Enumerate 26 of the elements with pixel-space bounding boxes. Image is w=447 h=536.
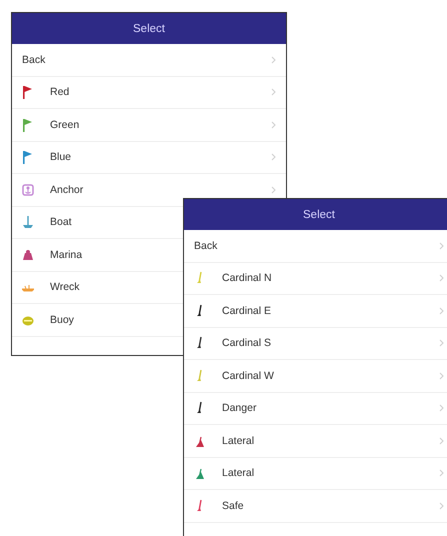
chevron-icon <box>271 88 276 96</box>
chevron-icon <box>439 502 444 510</box>
chevron-icon <box>439 436 444 445</box>
chevron-icon <box>439 274 444 282</box>
chevron-icon <box>271 120 276 129</box>
panel-title: Select <box>12 13 286 44</box>
list-item[interactable]: Safe <box>184 490 447 522</box>
chevron-icon <box>439 306 444 315</box>
chevron-icon <box>439 372 444 380</box>
chevron-icon <box>271 56 276 64</box>
list-item[interactable]: Green <box>12 109 286 142</box>
panel-title: Select <box>184 199 447 230</box>
chevron-icon <box>439 242 444 250</box>
list-item[interactable]: Lateral <box>184 458 447 490</box>
list-item[interactable]: Blue <box>12 142 286 174</box>
chevron-icon <box>439 339 444 348</box>
list-item[interactable]: Red <box>12 76 286 109</box>
chevron-icon <box>439 404 444 412</box>
chevron-icon <box>271 186 276 194</box>
chevron-icon <box>439 469 444 478</box>
chevron-icon <box>271 153 276 162</box>
list-item[interactable]: Lateral <box>184 425 447 458</box>
back-row[interactable]: Back <box>12 44 286 76</box>
list-item[interactable]: Cardinal W <box>184 360 447 392</box>
list-item[interactable]: Danger <box>184 392 447 425</box>
list-item[interactable]: Cardinal N <box>184 262 447 295</box>
